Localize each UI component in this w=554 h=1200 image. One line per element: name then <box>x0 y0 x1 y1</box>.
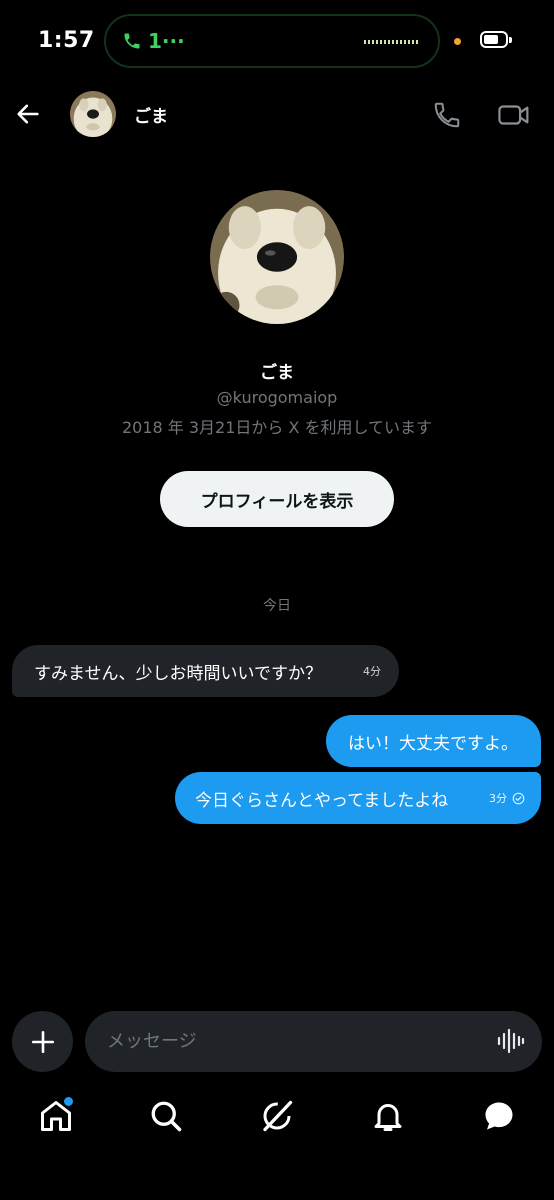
dynamic-island-call[interactable]: 1··· <box>104 14 440 68</box>
phone-icon[interactable] <box>432 100 462 130</box>
message-text: すみません、少しお時間いいですか？ <box>34 663 322 684</box>
message-meta: 4分 <box>363 663 381 679</box>
phone-call-icon <box>124 33 140 49</box>
bell-icon[interactable] <box>370 1098 406 1134</box>
back-arrow-icon[interactable] <box>14 100 42 128</box>
profile-handle: @kurogomaiop <box>216 388 338 407</box>
avatar[interactable] <box>70 91 116 137</box>
message-meta: 3分 <box>489 790 525 806</box>
view-profile-button[interactable]: プロフィールを表示 <box>160 471 394 527</box>
message-input[interactable] <box>85 1011 542 1072</box>
message-time: 4分 <box>363 665 381 678</box>
message-outgoing[interactable]: 今日ぐらさんとやってましたよね 3分 <box>175 772 541 824</box>
profile-avatar[interactable] <box>210 190 344 324</box>
audio-wave-icon <box>364 40 420 44</box>
search-icon[interactable] <box>148 1098 184 1134</box>
messages-icon[interactable] <box>481 1098 517 1134</box>
add-attachment-button[interactable] <box>12 1011 73 1072</box>
home-badge <box>62 1095 75 1108</box>
message-outgoing[interactable]: はい！大丈夫ですよ。 <box>326 715 541 767</box>
message-text: はい！大丈夫ですよ。 <box>348 733 518 754</box>
profile-name: ごま <box>260 363 294 383</box>
voice-message-icon[interactable] <box>496 1026 526 1056</box>
call-indicator: 1··· <box>122 29 185 53</box>
message-time: 3分 <box>489 792 507 805</box>
message-text: 今日ぐらさんとやってましたよね <box>195 790 449 811</box>
status-time: 1:57 <box>38 28 95 53</box>
message-incoming[interactable]: すみません、少しお時間いいですか？ 4分 <box>12 645 399 697</box>
date-divider: 今日 <box>263 598 291 614</box>
plus-icon <box>31 1030 54 1053</box>
video-call-icon[interactable] <box>497 100 531 130</box>
read-check-icon <box>512 792 525 804</box>
call-text: 1··· <box>148 29 185 53</box>
profile-joined-date: 2018 年 3月21日から X を利用しています <box>121 418 433 437</box>
privacy-indicator <box>454 38 461 45</box>
grok-icon[interactable] <box>259 1098 295 1134</box>
conversation-title[interactable]: ごま <box>134 102 168 127</box>
battery-icon <box>480 31 512 48</box>
